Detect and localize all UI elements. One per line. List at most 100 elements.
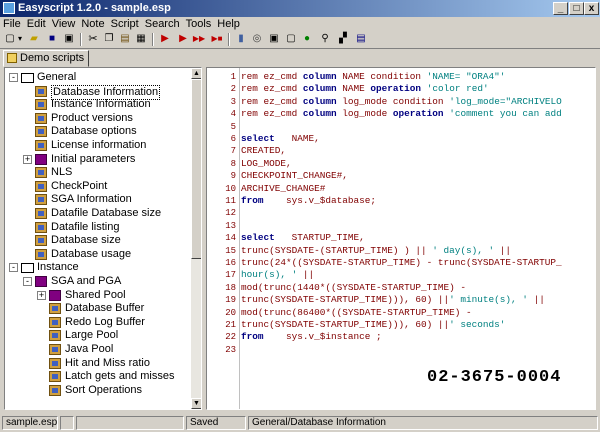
tab-label: Demo scripts [20, 52, 85, 64]
menu-tools[interactable]: Tools [183, 17, 215, 32]
collapse-icon[interactable]: - [9, 263, 18, 273]
code-line: trunc(24*((SYSDATE-STARTUP_TIME) - trunc… [241, 257, 562, 268]
line-number: 1 [230, 72, 236, 82]
menu-script[interactable]: Script [108, 17, 142, 32]
line-number: 16 [225, 258, 236, 268]
copy-icon[interactable]: ❐ [102, 32, 116, 46]
open-icon[interactable]: ▰ [27, 32, 41, 46]
toolbar-separator [80, 33, 82, 46]
clipboard-icon[interactable]: ▦ [134, 32, 148, 46]
menu-help[interactable]: Help [214, 17, 243, 32]
app-icon [3, 2, 15, 14]
tab-demo-scripts[interactable]: Demo scripts [3, 50, 90, 67]
maximize-button[interactable]: □ [569, 2, 584, 15]
line-number: 3 [230, 96, 236, 107]
status-doc-icon [60, 416, 74, 430]
script-icon [7, 53, 17, 63]
scroll-down-button[interactable]: ▼ [191, 398, 201, 409]
tab-bar: Demo scripts [0, 49, 600, 67]
line-number: 23 [225, 344, 236, 355]
code-line: CHECKPOINT_CHANGE#, [241, 170, 348, 182]
save-icon[interactable]: ■ [45, 32, 59, 46]
collapse-icon[interactable]: - [23, 277, 32, 286]
tree-item-label: Hit and Miss ratio [65, 356, 150, 369]
expand-icon[interactable]: + [23, 154, 32, 164]
scroll-up-button[interactable]: ▲ [191, 68, 201, 79]
script-icon [49, 330, 61, 342]
line-number: 4 [230, 109, 236, 120]
line-number: 14 [225, 233, 236, 244]
new-dropdown-icon[interactable]: ▾ [13, 32, 27, 46]
folder-icon [21, 73, 34, 83]
minimize-button[interactable]: _ [553, 2, 568, 15]
line-number: 5 [230, 121, 236, 132]
close-button[interactable]: x [584, 2, 599, 15]
tree-item-label: Instance Information [51, 98, 151, 111]
tree-item-label: License information [51, 139, 147, 151]
line-number: 2 [230, 84, 236, 95]
code-line: ARCHIVE_CHANGE# [241, 182, 326, 194]
code-line: select NAME, [241, 133, 320, 144]
script-icon [49, 384, 61, 396]
line-number-gutter: 1 2 3 4 5 6 7 8 9 10 11 12 13 14 15 16 17 18 19 20 21 22 23 [207, 68, 240, 409]
code-line: trunc(SYSDATE-STARTUP_TIME))), 60) ||' s… [241, 319, 506, 330]
help-icon[interactable]: ▤ [354, 32, 368, 46]
toolbar-separator [228, 33, 230, 46]
title-bar: Easyscript 1.2.0 - sample.esp _ □ x [0, 0, 600, 17]
status-bar: sample.esp Saved General/Database Inform… [0, 414, 600, 432]
stop-icon[interactable]: ▶■ [210, 32, 224, 46]
tree-item-label: Shared Pool [65, 288, 126, 301]
refresh-icon[interactable]: ● [300, 32, 314, 46]
menu-note[interactable]: Note [78, 17, 107, 32]
run-icon[interactable]: ▶ [158, 32, 172, 46]
tree-item-label: NLS [51, 166, 73, 179]
cut-icon[interactable]: ✂ [86, 32, 100, 46]
expand-icon[interactable]: + [37, 290, 46, 300]
script-icon [35, 208, 47, 219]
menu-bar: File Edit View Note Script Search Tools Help [0, 17, 600, 32]
script-icon [49, 344, 61, 355]
line-number: 21 [225, 320, 236, 330]
collapse-icon[interactable]: - [9, 73, 18, 82]
code-line: from sys.v_$instance ; [241, 331, 382, 343]
code-line: mod(trunc(86400*((SYSDATE-STARTUP_TIME) … [241, 306, 472, 318]
database-icon[interactable]: ▮ [234, 32, 248, 46]
status-blank [76, 416, 184, 430]
line-number: 10 [225, 183, 236, 194]
script-icon [49, 316, 61, 328]
menu-edit[interactable]: Edit [24, 17, 49, 32]
script-icon [35, 140, 47, 151]
line-number: 11 [225, 196, 236, 206]
line-number: 7 [230, 146, 236, 157]
tree-item-label: Datafile Database size [51, 207, 162, 219]
line-number: 13 [225, 220, 236, 231]
properties-icon[interactable]: ▣ [267, 32, 281, 46]
tree-scrollbar[interactable]: ▲ ▼ [191, 68, 201, 409]
code-line: from sys.v_$database; [241, 195, 377, 206]
status-file: sample.esp [2, 416, 58, 430]
play-icon[interactable]: ▶ [176, 32, 190, 46]
script-icon [35, 85, 47, 97]
script-icon [49, 303, 61, 315]
script-tree[interactable]: - General Database Information Instance Inf… [4, 67, 202, 410]
paste-icon[interactable]: ▤ [118, 32, 132, 46]
toolbar-separator [152, 33, 154, 46]
binoculars-icon[interactable]: ⚲ [318, 32, 332, 46]
code-line: rem ez_cmd column NAME condition 'NAME= … [241, 71, 506, 82]
step-icon[interactable]: ▶▶ [192, 32, 206, 46]
status-state: Saved [186, 416, 246, 430]
menu-view[interactable]: View [49, 17, 79, 32]
menu-file[interactable]: File [0, 17, 24, 32]
script-icon [35, 126, 47, 138]
script-icon [35, 194, 47, 206]
window-icon[interactable]: ▢ [284, 32, 298, 46]
menu-search[interactable]: Search [142, 17, 183, 32]
line-number: 15 [225, 245, 236, 256]
save-as-icon[interactable]: ▣ [62, 32, 76, 46]
network-icon[interactable]: ◎ [250, 32, 264, 46]
code-editor[interactable]: 1 2 3 4 5 6 7 8 9 10 11 12 13 14 15 16 17 18 19 20 21 22 23 re… [206, 67, 596, 410]
tree-item-label: Sort Operations [65, 383, 143, 396]
find-icon[interactable]: ▞ [336, 32, 350, 46]
scroll-thumb[interactable] [191, 79, 201, 259]
tree-item-label: Latch gets and misses [65, 370, 175, 383]
